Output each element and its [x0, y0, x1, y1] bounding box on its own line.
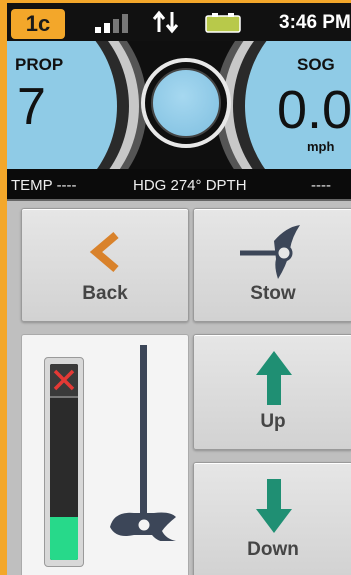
sog-unit: mph	[307, 139, 335, 154]
arrow-down-icon	[256, 479, 292, 533]
up-button-label: Up	[260, 411, 286, 432]
stop-x-icon	[53, 369, 75, 391]
trolling-motor-screen: 1c 3:46 PM PROP 7 SOG 0.0 mph TEMP ---- …	[0, 0, 351, 575]
temperature-readout: TEMP ----	[11, 177, 77, 194]
center-indicator	[141, 58, 231, 148]
depth-level-track	[50, 364, 78, 560]
back-button-label: Back	[82, 283, 128, 304]
sog-label: SOG	[297, 55, 335, 74]
stow-button-label: Stow	[250, 283, 296, 304]
sog-value: 0.0	[277, 80, 351, 140]
up-button[interactable]: Up	[193, 334, 351, 450]
depth-limit-marker	[50, 364, 78, 398]
depth-level-fill	[50, 517, 78, 560]
trolling-motor-icon	[110, 345, 176, 541]
heading-readout: HDG 274° DPTH	[133, 177, 247, 194]
arrow-up-icon	[256, 351, 292, 405]
status-bar: 1c 3:46 PM	[7, 3, 351, 41]
down-button-label: Down	[247, 539, 299, 560]
stow-motor-icon	[240, 225, 300, 279]
signal-bars-icon	[95, 13, 131, 33]
depth-readout: ----	[311, 177, 331, 194]
info-strip: TEMP ---- HDG 274° DPTH ----	[7, 169, 351, 201]
down-button[interactable]: Down	[193, 462, 351, 575]
depth-level-gauge	[44, 357, 84, 567]
data-transfer-icon	[152, 10, 179, 34]
battery-icon	[205, 13, 241, 33]
back-button[interactable]: Back	[21, 208, 189, 322]
center-indicator-dial	[151, 68, 221, 138]
prop-label: PROP	[15, 55, 64, 74]
chevron-left-icon	[89, 231, 119, 273]
stow-button[interactable]: Stow	[193, 208, 351, 322]
motor-position-panel	[21, 334, 189, 575]
prop-value: 7	[17, 78, 46, 136]
gauge-panel: PROP 7 SOG 0.0 mph	[7, 41, 351, 169]
clock-time: 3:46 PM	[279, 12, 351, 33]
channel-badge: 1c	[11, 9, 65, 39]
